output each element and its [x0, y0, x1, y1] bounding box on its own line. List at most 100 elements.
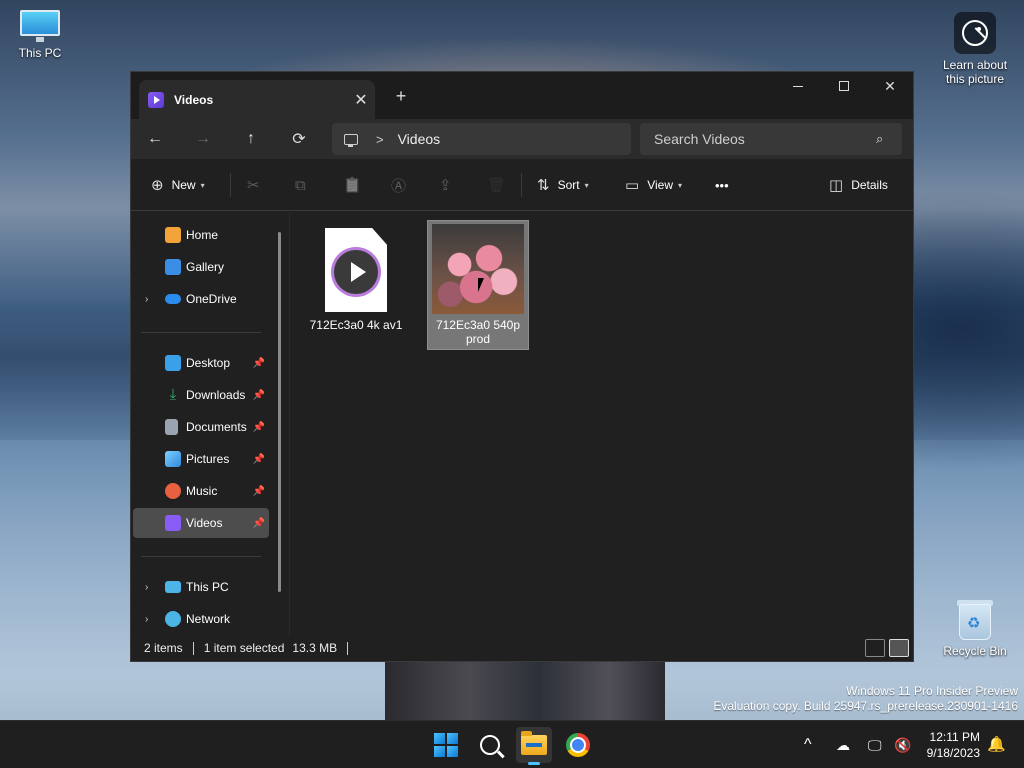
- this-pc-icon: [165, 581, 181, 593]
- onedrive-tray-icon[interactable]: ☁: [836, 721, 850, 768]
- title-bar[interactable]: Videos ✕ + ✕: [131, 72, 913, 119]
- video-thumbnail: [432, 224, 524, 314]
- minimize-button[interactable]: [775, 72, 821, 100]
- cut-icon: ✂: [247, 177, 260, 194]
- sidebar-item-label: Documents: [186, 420, 247, 434]
- details-label: Details: [851, 178, 888, 192]
- chevron-up-icon: ^: [804, 736, 812, 753]
- breadcrumb-videos[interactable]: Videos: [398, 131, 441, 147]
- sidebar-item-documents[interactable]: Documents 📌: [133, 412, 269, 442]
- delete-button[interactable]: 🗑: [487, 173, 514, 197]
- sidebar-item-videos[interactable]: Videos 📌: [133, 508, 269, 538]
- file-item-selected[interactable]: 712Ec3a0 540p prod: [427, 220, 529, 350]
- search-icon: [480, 735, 500, 755]
- clock[interactable]: 12:11 PM 9/18/2023: [927, 729, 980, 761]
- show-hidden-icons-button[interactable]: ^: [804, 721, 812, 768]
- videos-icon: [165, 515, 181, 531]
- taskbar-chrome[interactable]: [560, 727, 596, 763]
- sidebar-item-desktop[interactable]: Desktop 📌: [133, 348, 269, 378]
- desktop-icon-label: Learn about this picture: [942, 58, 1008, 86]
- desktop-icon-label: Recycle Bin: [943, 644, 1007, 658]
- up-button[interactable]: ↑: [227, 119, 275, 159]
- details-view-icon[interactable]: [865, 639, 885, 657]
- divider: [230, 173, 231, 197]
- chrome-icon: [566, 733, 590, 757]
- details-pane-icon: ◫: [829, 177, 844, 194]
- new-button[interactable]: ⊕ New ▾: [151, 173, 205, 197]
- expand-chevron-icon[interactable]: ›: [145, 614, 148, 625]
- sidebar-item-gallery[interactable]: Gallery: [133, 252, 269, 282]
- sort-button[interactable]: ⇅ Sort ▾: [537, 173, 589, 197]
- wallpaper-pier: [385, 655, 665, 725]
- search-box[interactable]: Search Videos ⌕: [640, 123, 902, 155]
- sidebar-item-pictures[interactable]: Pictures 📌: [133, 444, 269, 474]
- network-tray-icon[interactable]: 🖵: [868, 721, 882, 768]
- video-file-icon: [325, 228, 387, 312]
- rename-icon: Ⓐ: [391, 177, 407, 195]
- new-tab-button[interactable]: +: [389, 84, 413, 108]
- view-toggles: [861, 639, 909, 657]
- paste-button[interactable]: 📋: [343, 173, 370, 197]
- videos-folder-icon: [148, 91, 164, 108]
- onedrive-icon: [165, 294, 181, 304]
- sidebar-item-this-pc[interactable]: › This PC: [133, 572, 269, 602]
- sidebar-item-home[interactable]: Home: [133, 220, 269, 250]
- pin-icon: 📌: [252, 453, 265, 465]
- desktop-this-pc[interactable]: This PC: [0, 10, 80, 60]
- file-item[interactable]: 712Ec3a0 4k av1: [305, 222, 407, 352]
- copy-button[interactable]: ⧉: [295, 173, 314, 197]
- share-button[interactable]: ⇪: [439, 173, 460, 197]
- forward-button[interactable]: →: [179, 119, 227, 159]
- sidebar-item-label: OneDrive: [186, 292, 237, 306]
- sidebar-item-network[interactable]: › Network: [133, 604, 269, 634]
- close-window-button[interactable]: ✕: [867, 72, 913, 100]
- command-bar: ⊕ New ▾ ✂ ⧉ 📋 Ⓐ ⇪ 🗑 ⇅ Sort ▾ ▭ View ▾ ••…: [131, 159, 913, 211]
- file-explorer-window: Videos ✕ + ✕ ← → ↑ ⟳ > Videos Search Vid…: [130, 71, 914, 662]
- clock-time: 12:11 PM: [929, 730, 980, 744]
- address-bar[interactable]: > Videos: [332, 123, 631, 155]
- volume-tray-icon[interactable]: 🔇: [894, 721, 911, 768]
- copy-icon: ⧉: [295, 176, 306, 194]
- taskbar-file-explorer[interactable]: [516, 727, 552, 765]
- desktop-recycle-bin[interactable]: ♻ Recycle Bin: [935, 598, 1015, 658]
- sidebar-item-label: Desktop: [186, 356, 231, 370]
- taskbar-search-button[interactable]: [472, 727, 508, 763]
- large-icons-view-icon[interactable]: [889, 639, 909, 657]
- start-button[interactable]: [428, 727, 464, 763]
- sidebar-item-label: Videos: [186, 516, 223, 530]
- sidebar-item-onedrive[interactable]: › OneDrive: [133, 284, 269, 314]
- back-button[interactable]: ←: [131, 119, 179, 159]
- navigation-scrollbar[interactable]: [278, 232, 281, 592]
- cut-button[interactable]: ✂: [247, 173, 268, 197]
- pane-divider[interactable]: [289, 212, 290, 637]
- notification-bell-icon[interactable]: 🔔: [987, 735, 1006, 753]
- more-options-button[interactable]: •••: [715, 173, 729, 197]
- expand-chevron-icon[interactable]: ›: [145, 294, 148, 305]
- maximize-button[interactable]: [821, 72, 867, 100]
- volume-muted-icon: 🔇: [894, 736, 912, 753]
- search-icon: ⌕: [876, 131, 884, 146]
- details-button[interactable]: ◫ Details: [829, 173, 888, 197]
- file-list[interactable]: 712Ec3a0 4k av1 712Ec3a0 540p prod: [291, 212, 913, 637]
- delete-icon: 🗑: [487, 177, 507, 194]
- sidebar-divider: [141, 556, 261, 557]
- clock-date: 9/18/2023: [926, 746, 980, 760]
- selection-count: 1 item selected: [203, 641, 285, 655]
- tab-close-button[interactable]: ✕: [347, 90, 375, 110]
- this-pc-icon[interactable]: [344, 133, 358, 147]
- tab-videos[interactable]: Videos ✕: [139, 80, 375, 119]
- search-input[interactable]: Search Videos: [654, 131, 876, 147]
- expand-chevron-icon[interactable]: ›: [145, 582, 148, 593]
- refresh-button[interactable]: ⟳: [275, 119, 323, 159]
- rename-button[interactable]: Ⓐ: [391, 173, 414, 197]
- sidebar-item-label: Music: [186, 484, 218, 498]
- pin-icon: 📌: [252, 357, 265, 369]
- breadcrumb-separator-icon[interactable]: >: [376, 132, 384, 147]
- sidebar-item-music[interactable]: Music 📌: [133, 476, 269, 506]
- view-button[interactable]: ▭ View ▾: [625, 173, 682, 197]
- desktop-icon-label: This PC: [18, 46, 62, 60]
- sidebar-item-downloads[interactable]: ⤓ Downloads 📌: [133, 380, 269, 410]
- pin-icon: 📌: [252, 485, 265, 497]
- tab-label: Videos: [174, 92, 214, 107]
- desktop-learn-about-picture[interactable]: Learn about this picture: [935, 12, 1015, 86]
